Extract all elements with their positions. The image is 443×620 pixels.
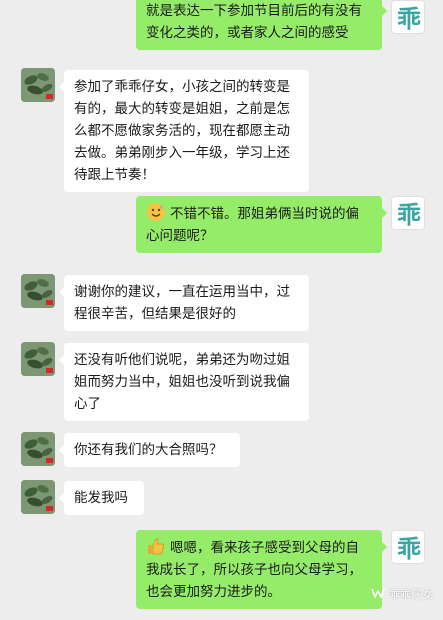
sweat-smile-emoji-icon (146, 202, 166, 222)
message-bubble-received[interactable]: 还没有听他们说呢，弟弟还为吻过姐姐而努力当中，姐姐也没听到说我偏心了 (59, 343, 309, 421)
avatar[interactable] (21, 274, 55, 308)
avatar[interactable] (21, 68, 55, 102)
avatar[interactable] (21, 432, 55, 466)
message-text: 能发我吗 (74, 490, 128, 506)
avatar[interactable] (21, 342, 55, 376)
thumbs-up-emoji-icon (146, 536, 166, 556)
watermark-text: 乖乖仔女 (389, 588, 433, 601)
message-bubble-received[interactable]: 参加了乖乖仔女，小孩之间的转变是有的，最大的转变是姐姐，之前是怎么都不愿做家务活… (59, 70, 309, 192)
svg-text:乖: 乖 (397, 201, 421, 229)
message-text: 就是表达一下参加节目前后的有没有变化之类的，或者家人之间的感受 (146, 3, 362, 41)
avatar[interactable]: 乖 (391, 0, 425, 34)
message-bubble-received[interactable]: 谢谢你的建议，一直在运用当中，过程很辛苦，但结果是很好的 (59, 275, 309, 331)
message-bubble-received[interactable]: 你还有我们的大合照吗？ (59, 433, 240, 467)
message-text: 不错不错。那姐弟俩当时说的偏心问题呢？ (146, 206, 359, 244)
message-bubble-received[interactable]: 能发我吗 (59, 481, 144, 515)
message-text: 嗯嗯，看来孩子感受到父母的自我成长了，所以孩子也向父母学习，也会更加努力进步的。 (146, 540, 362, 600)
message-bubble-sent[interactable]: 不错不错。那姐弟俩当时说的偏心问题呢？ (136, 196, 387, 253)
svg-text:乖: 乖 (397, 535, 421, 563)
message-text: 谢谢你的建议，一直在运用当中，过程很辛苦，但结果是很好的 (74, 284, 290, 322)
message-bubble-sent[interactable]: 嗯嗯，看来孩子感受到父母的自我成长了，所以孩子也向父母学习，也会更加努力进步的。 (136, 530, 387, 609)
watermark: 乖乖仔女 (371, 586, 433, 602)
message-text: 还没有听他们说呢，弟弟还为吻过姐姐而努力当中，姐姐也没听到说我偏心了 (74, 352, 290, 412)
svg-text:乖: 乖 (397, 5, 421, 33)
avatar[interactable]: 乖 (391, 196, 425, 230)
message-text: 参加了乖乖仔女，小孩之间的转变是有的，最大的转变是姐姐，之前是怎么都不愿做家务活… (74, 79, 290, 183)
avatar[interactable]: 乖 (391, 530, 425, 564)
wechat-channel-icon (371, 587, 385, 602)
avatar[interactable] (21, 480, 55, 514)
message-bubble-sent[interactable]: 就是表达一下参加节目前后的有没有变化之类的，或者家人之间的感受 (136, 0, 387, 50)
message-text: 你还有我们的大合照吗？ (74, 442, 223, 458)
